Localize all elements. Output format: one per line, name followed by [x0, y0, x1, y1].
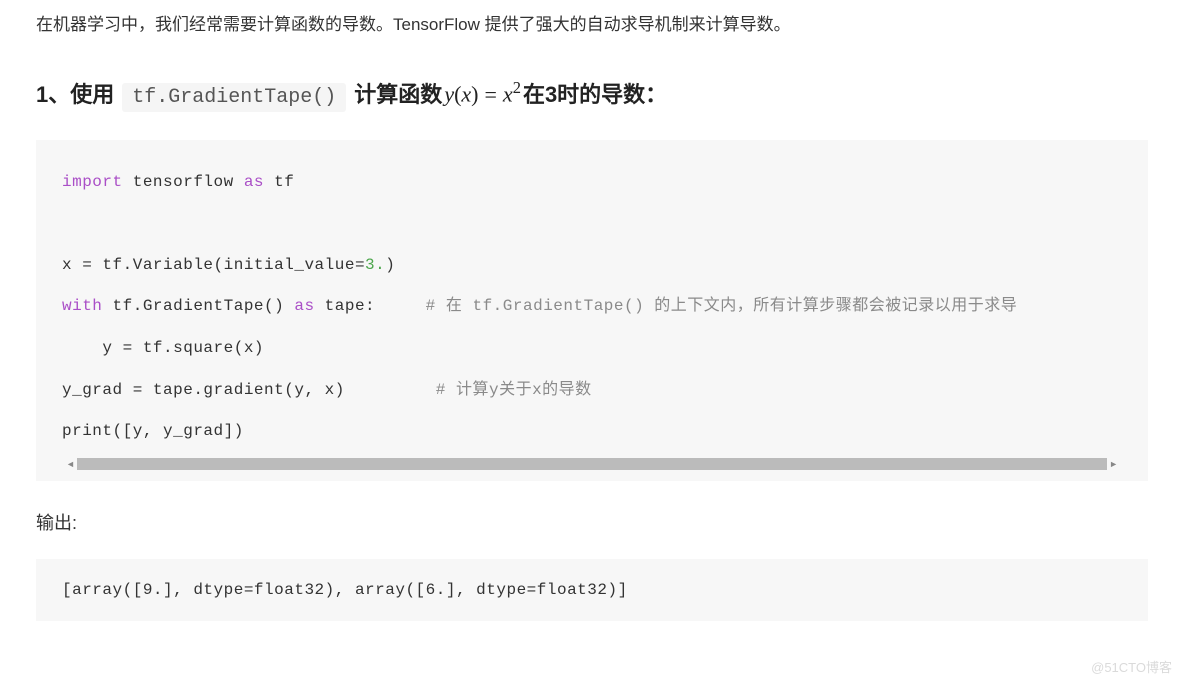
watermark: @51CTO博客	[1091, 657, 1172, 676]
code-content[interactable]: import tensorflow as tf x = tf.Variable(…	[62, 162, 1148, 453]
code-text: tape:	[315, 297, 426, 315]
intro-paragraph: 在机器学习中，我们经常需要计算函数的导数。TensorFlow 提供了强大的自动…	[36, 10, 1148, 41]
math-x-base: x	[503, 82, 513, 107]
code-comment: # 计算y关于x的导数	[436, 381, 592, 399]
code-text: tensorflow	[123, 173, 244, 191]
scrollbar-track[interactable]	[77, 458, 1107, 470]
code-blank-line	[62, 214, 72, 232]
math-y: y	[444, 82, 454, 107]
code-number: 3.	[365, 256, 385, 274]
keyword-as: as	[244, 173, 264, 191]
code-text: print([y, y_grad])	[62, 422, 244, 440]
heading-suffix: 在3时的导数：	[523, 77, 667, 109]
math-exponent: 2	[513, 78, 521, 97]
code-text: x = tf.Variable(initial_value=	[62, 256, 365, 274]
code-text: tf.GradientTape()	[102, 297, 294, 315]
math-expression: y(x)=x2	[444, 78, 521, 107]
code-text: y = tf.square(x)	[62, 339, 264, 357]
code-text: tf	[264, 173, 294, 191]
code-text: )	[385, 256, 395, 274]
heading-prefix: 1、使用	[36, 77, 114, 109]
keyword-as: as	[294, 297, 314, 315]
scroll-left-arrow[interactable]: ◄	[64, 459, 77, 469]
math-x-arg: x	[461, 82, 471, 107]
heading-mid: 计算函数	[354, 77, 442, 109]
code-text: y_grad = tape.gradient(y, x)	[62, 381, 436, 399]
keyword-import: import	[62, 173, 123, 191]
scroll-right-arrow[interactable]: ►	[1107, 459, 1120, 469]
code-comment: # 在 tf.GradientTape() 的上下文内，所有计算步骤都会被记录以…	[426, 297, 1018, 315]
inline-code-gradienttape: tf.GradientTape()	[122, 83, 346, 112]
horizontal-scrollbar[interactable]: ◄ ►	[62, 457, 1122, 471]
section-heading-1: 1、使用 tf.GradientTape() 计算函数 y(x)=x2 在3时的…	[36, 77, 1148, 112]
code-block-1: import tensorflow as tf x = tf.Variable(…	[36, 140, 1148, 481]
output-label: 输出:	[36, 509, 1148, 535]
output-block: [array([9.], dtype=float32), array([6.],…	[36, 559, 1148, 621]
keyword-with: with	[62, 297, 102, 315]
